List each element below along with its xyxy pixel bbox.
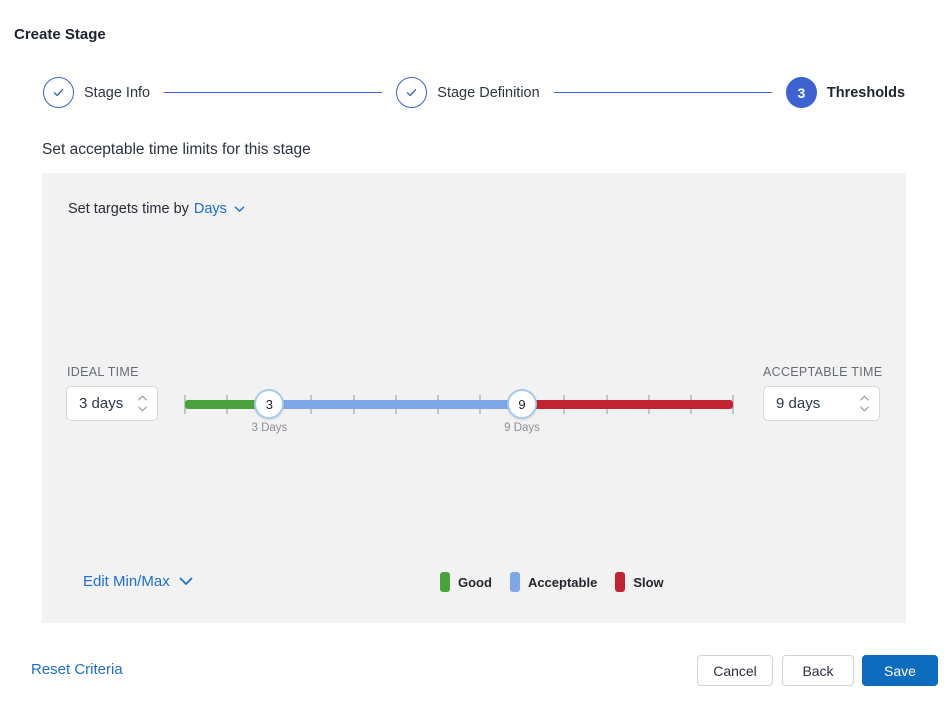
step-connector: [554, 92, 772, 93]
stepper-down-button[interactable]: [859, 405, 870, 413]
targets-row: Set targets time by Days: [68, 201, 245, 217]
acceptable-time-value: 9 days: [776, 395, 820, 412]
step-number-badge: 3: [786, 77, 817, 108]
slider-handle-min[interactable]: 3: [254, 389, 284, 419]
targets-prefix-text: Set targets time by: [68, 201, 189, 217]
step-label: Stage Definition: [437, 85, 539, 101]
save-button[interactable]: Save: [862, 655, 938, 686]
legend-label: Slow: [633, 575, 663, 590]
slider-legend: Good Acceptable Slow: [440, 572, 664, 592]
legend-swatch: [615, 572, 625, 592]
step-complete-icon: [396, 77, 427, 108]
ideal-time-value: 3 days: [79, 395, 123, 412]
chevron-down-icon: [179, 577, 193, 586]
edit-minmax-link[interactable]: Edit Min/Max: [83, 573, 193, 590]
check-icon: [51, 85, 66, 100]
legend-item: Good: [440, 572, 492, 592]
legend-label: Good: [458, 575, 492, 590]
legend-swatch: [510, 572, 520, 592]
step-stage-definition[interactable]: Stage Definition: [396, 77, 539, 108]
legend-item: Slow: [615, 572, 663, 592]
step-complete-icon: [43, 77, 74, 108]
stepper-down-button[interactable]: [137, 405, 148, 413]
chevron-down-icon: [234, 201, 245, 217]
targets-unit-dropdown[interactable]: Days: [194, 201, 227, 217]
time-slider[interactable]: 3 9 3 Days 9 Days: [185, 390, 733, 436]
slider-handle-max[interactable]: 9: [507, 389, 537, 419]
back-button[interactable]: Back: [782, 655, 854, 686]
slider-segment-acceptable: [269, 400, 522, 409]
edit-minmax-label: Edit Min/Max: [83, 573, 170, 590]
legend-item: Acceptable: [510, 572, 597, 592]
acceptable-time-input[interactable]: 9 days: [763, 386, 880, 421]
page-title: Create Stage: [14, 26, 106, 43]
reset-criteria-link[interactable]: Reset Criteria: [31, 661, 123, 678]
check-icon: [404, 85, 419, 100]
slider-segment-slow: [522, 400, 733, 409]
acceptable-time-label: ACCEPTABLE TIME: [763, 365, 882, 379]
stepper-up-button[interactable]: [137, 394, 148, 402]
ideal-time-input[interactable]: 3 days: [66, 386, 158, 421]
step-connector: [164, 92, 382, 93]
step-label: Stage Info: [84, 85, 150, 101]
slider-handle-label: 9 Days: [504, 422, 540, 434]
thresholds-panel: Set targets time by Days IDEAL TIME 3 da…: [42, 173, 906, 623]
legend-label: Acceptable: [528, 575, 597, 590]
stepper: Stage Info Stage Definition 3 Thresholds: [43, 77, 905, 108]
step-stage-info[interactable]: Stage Info: [43, 77, 150, 108]
step-thresholds[interactable]: 3 Thresholds: [786, 77, 905, 108]
cancel-button[interactable]: Cancel: [697, 655, 773, 686]
legend-swatch: [440, 572, 450, 592]
section-heading: Set acceptable time limits for this stag…: [42, 141, 311, 159]
step-label: Thresholds: [827, 85, 905, 101]
stepper-up-button[interactable]: [859, 394, 870, 402]
create-stage-screen: Create Stage Stage Info Stage Definition…: [0, 0, 949, 701]
ideal-time-stepper: [137, 394, 148, 413]
acceptable-time-stepper: [859, 394, 870, 413]
slider-handle-label: 3 Days: [251, 422, 287, 434]
ideal-time-label: IDEAL TIME: [67, 365, 139, 379]
